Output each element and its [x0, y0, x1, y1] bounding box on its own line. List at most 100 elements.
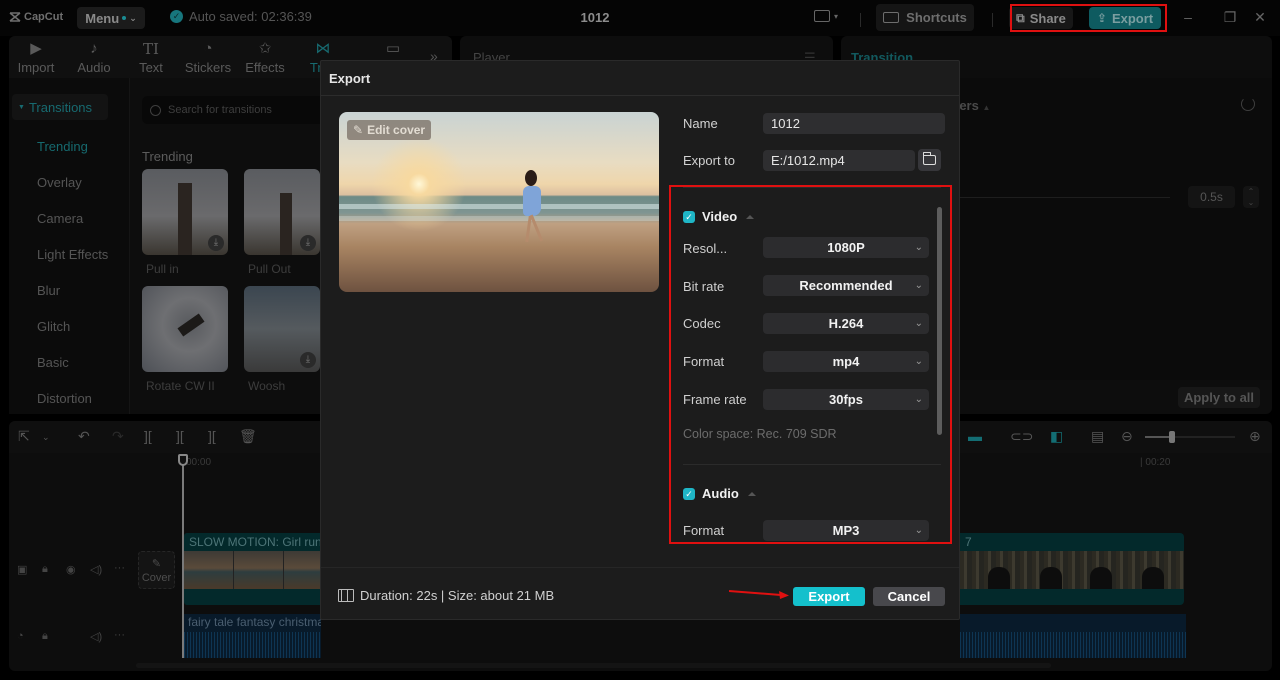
resolution-select[interactable]: 1080P ⌄: [763, 237, 929, 258]
lock-icon[interactable]: 🔒︎: [42, 630, 48, 643]
category-distortion[interactable]: Distortion: [37, 391, 92, 406]
category-overlay[interactable]: Overlay: [37, 175, 82, 190]
transition-thumb-rotate-cw[interactable]: [142, 286, 228, 372]
tab-import[interactable]: ▶ Import: [9, 40, 63, 75]
audio-format-select[interactable]: MP3 ⌄: [763, 520, 929, 541]
tab-label: Text: [139, 60, 163, 75]
magnet-icon[interactable]: ▬: [968, 428, 982, 444]
chevron-down-icon: ⌄: [914, 356, 923, 367]
video-clip-2[interactable]: 7: [960, 533, 1184, 605]
category-blur[interactable]: Blur: [37, 283, 60, 298]
title-bar: CapCut Menu ⌄ ✓ Auto saved: 02:36:39 101…: [0, 0, 1280, 36]
tab-label: Audio: [77, 60, 111, 75]
download-icon[interactable]: ⤓: [208, 235, 224, 251]
zoom-in-icon[interactable]: ⊕: [1249, 428, 1261, 445]
shortcuts-button[interactable]: Shortcuts: [876, 4, 974, 31]
tab-stickers[interactable]: ◔ Stickers: [181, 40, 235, 75]
cover-button[interactable]: ✎ Cover: [138, 551, 175, 589]
chevron-down-icon: ⌄: [914, 242, 923, 253]
zoom-slider-handle[interactable]: [1169, 431, 1175, 443]
split-left-icon[interactable]: ][: [176, 428, 184, 444]
wave-shape: [339, 216, 659, 221]
transition-thumb-woosh[interactable]: ⤓: [244, 286, 320, 372]
video-format-select[interactable]: mp4 ⌄: [763, 351, 929, 372]
more-options-icon[interactable]: ···: [114, 629, 125, 641]
transition-thumb-pull-in[interactable]: ⤓: [142, 169, 228, 255]
playhead-handle[interactable]: [178, 454, 188, 466]
download-icon[interactable]: ⤓: [300, 352, 316, 368]
cover-label: Cover: [141, 571, 172, 584]
zoom-out-icon[interactable]: ⊖: [1121, 428, 1133, 445]
color-space-info: Color space: Rec. 709 SDR: [683, 427, 837, 441]
split-icon[interactable]: ][: [144, 428, 152, 444]
snap-icon[interactable]: ◧: [1050, 428, 1063, 445]
audio-clip-tail[interactable]: [960, 614, 1186, 658]
reset-icon[interactable]: [1241, 97, 1255, 111]
tab-audio[interactable]: ♪ Audio: [67, 40, 121, 75]
tab-effects[interactable]: ✩ Effects: [238, 40, 292, 75]
close-icon[interactable]: ✕: [1250, 9, 1270, 26]
tab-text[interactable]: TI Text: [124, 40, 178, 75]
lock-icon[interactable]: 🔒︎: [42, 563, 48, 576]
transition-thumb-pull-out[interactable]: ⤓: [244, 169, 320, 255]
export-button[interactable]: Export: [793, 587, 865, 606]
params-section[interactable]: ters ▲: [955, 98, 990, 113]
video-clip[interactable]: SLOW MOTION: Girl runn: [184, 533, 321, 605]
framerate-select[interactable]: 30fps ⌄: [763, 389, 929, 410]
framerate-value: 30fps: [829, 392, 863, 407]
apply-to-all-button[interactable]: Apply to all: [1178, 387, 1260, 408]
category-basic[interactable]: Basic: [37, 355, 69, 370]
timeline-scrollbar[interactable]: [136, 663, 1051, 668]
cancel-button[interactable]: Cancel: [873, 587, 945, 606]
layout-button[interactable]: ▾: [814, 10, 838, 22]
audio-clip[interactable]: fairy tale fantasy christmas(1280944): [184, 614, 321, 658]
video-section-header[interactable]: ✓ Video: [683, 209, 755, 224]
text-icon: TI: [143, 40, 159, 58]
transition-search-input[interactable]: Search for transitions: [142, 96, 332, 124]
duration-slider[interactable]: [960, 197, 1170, 198]
undo-icon[interactable]: ↶: [78, 428, 90, 445]
duration-input[interactable]: 0.5s: [1188, 186, 1235, 208]
codec-select[interactable]: H.264 ⌄: [763, 313, 929, 334]
audio-section-header[interactable]: ✓ Audio: [683, 486, 756, 501]
duration-stepper[interactable]: ⌃ ⌄: [1243, 186, 1259, 208]
preview-axis-icon[interactable]: ▤: [1091, 428, 1104, 445]
browse-folder-button[interactable]: [918, 149, 941, 171]
select-cursor-icon[interactable]: ⇱: [18, 428, 30, 445]
redo-icon[interactable]: ↷: [112, 428, 124, 445]
tab-captions[interactable]: ▭: [366, 40, 420, 58]
category-camera[interactable]: Camera: [37, 211, 83, 226]
edit-cover-button[interactable]: ✎ Edit cover: [347, 120, 432, 140]
split-right-icon[interactable]: ][: [208, 428, 216, 444]
category-trending[interactable]: Trending: [37, 139, 88, 154]
audio-format-value: MP3: [832, 523, 860, 538]
settings-scrollbar[interactable]: [937, 207, 942, 435]
category-header[interactable]: ▼ Transitions: [12, 94, 108, 120]
category-light-effects[interactable]: Light Effects: [37, 247, 108, 262]
playhead[interactable]: [182, 455, 184, 658]
audio-label: Audio: [702, 486, 739, 501]
name-input[interactable]: [763, 113, 945, 134]
video-track-icon: ▣: [17, 564, 28, 576]
cover-preview[interactable]: ✎ Edit cover: [339, 112, 659, 292]
category-glitch[interactable]: Glitch: [37, 319, 70, 334]
more-options-icon[interactable]: ···: [114, 562, 125, 574]
minimize-icon[interactable]: –: [1178, 9, 1198, 25]
link-icon[interactable]: ⊂⊃: [1010, 428, 1033, 445]
download-icon[interactable]: ⤓: [300, 235, 316, 251]
restore-icon[interactable]: ❐: [1220, 9, 1240, 26]
audio-checkbox[interactable]: ✓: [683, 487, 695, 500]
volume-icon[interactable]: ◁): [90, 630, 102, 643]
figure-shape: [525, 170, 537, 186]
delete-icon[interactable]: 🗑: [239, 428, 257, 445]
chevron-down-icon[interactable]: ⌄: [42, 432, 50, 443]
volume-icon[interactable]: ◁): [90, 563, 102, 576]
codec-label: Codec: [683, 316, 721, 331]
timeline-zoom-slider[interactable]: [1145, 431, 1235, 443]
bitrate-select[interactable]: Recommended ⌄: [763, 275, 929, 296]
film-icon: [338, 589, 354, 602]
eye-icon[interactable]: ◉: [66, 563, 76, 576]
export-path-input[interactable]: [763, 150, 915, 171]
figure-shape: [523, 186, 541, 216]
video-checkbox[interactable]: ✓: [683, 210, 695, 223]
